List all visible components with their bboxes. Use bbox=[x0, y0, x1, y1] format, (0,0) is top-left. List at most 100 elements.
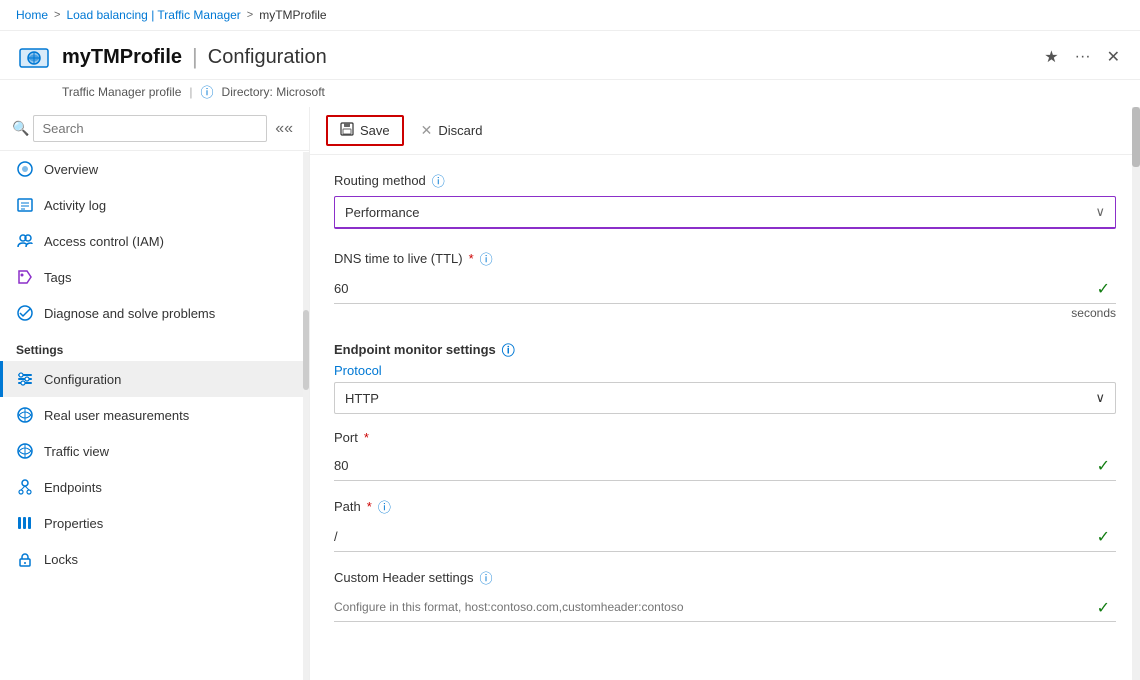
custom-header-check-icon: ✓ bbox=[1097, 598, 1110, 618]
dns-ttl-input-wrap: ✓ bbox=[334, 274, 1116, 304]
page-header: myTMProfile | Configuration ★ ··· ✕ bbox=[0, 31, 1140, 80]
protocol-select[interactable]: HTTP ∨ bbox=[334, 382, 1116, 414]
traffic-view-icon bbox=[16, 442, 34, 460]
ellipsis-icon: ··· bbox=[1075, 48, 1091, 66]
sidebar-item-label: Configuration bbox=[44, 372, 121, 387]
custom-header-input[interactable] bbox=[334, 593, 1116, 622]
custom-header-info-icon[interactable]: ⓘ bbox=[479, 568, 492, 587]
sidebar-item-locks[interactable]: Locks bbox=[0, 541, 309, 577]
sidebar-item-configuration[interactable]: Configuration bbox=[0, 361, 309, 397]
routing-method-group: Routing method ⓘ Performance ∨ bbox=[334, 171, 1116, 229]
port-input[interactable] bbox=[334, 451, 1116, 481]
favorite-button[interactable]: ★ bbox=[1040, 43, 1062, 71]
sidebar-item-label: Real user measurements bbox=[44, 408, 189, 423]
dns-ttl-required: * bbox=[469, 251, 474, 266]
endpoint-monitor-group: Endpoint monitor settings ⓘ Protocol HTT… bbox=[334, 340, 1116, 622]
breadcrumb-loadbalancing[interactable]: Load balancing | Traffic Manager bbox=[66, 8, 240, 22]
dns-ttl-check-icon: ✓ bbox=[1097, 279, 1110, 299]
routing-method-select[interactable]: Performance ∨ bbox=[334, 196, 1116, 229]
custom-header-label: Custom Header settings ⓘ bbox=[334, 568, 1116, 587]
sidebar-item-label: Traffic view bbox=[44, 444, 109, 459]
protocol-value: HTTP bbox=[345, 391, 379, 406]
sidebar-item-real-user[interactable]: Real user measurements bbox=[0, 397, 309, 433]
locks-icon bbox=[16, 550, 34, 568]
star-icon: ★ bbox=[1044, 47, 1058, 67]
page-title: Configuration bbox=[208, 46, 327, 69]
endpoint-monitor-title: Endpoint monitor settings ⓘ bbox=[334, 340, 1116, 359]
endpoints-icon bbox=[16, 478, 34, 496]
sidebar-item-label: Access control (IAM) bbox=[44, 234, 164, 249]
dns-ttl-input[interactable] bbox=[334, 274, 1116, 304]
breadcrumb-sep1: > bbox=[54, 9, 60, 21]
sidebar: 🔍 «« Overview Activity log bbox=[0, 107, 310, 680]
resource-icon bbox=[16, 39, 52, 75]
form-content: Routing method ⓘ Performance ∨ DNS time … bbox=[310, 155, 1140, 658]
configuration-icon bbox=[16, 370, 34, 388]
port-label: Port * bbox=[334, 430, 1116, 445]
resource-name: myTMProfile bbox=[62, 46, 182, 69]
collapse-sidebar-button[interactable]: «« bbox=[271, 118, 297, 140]
real-user-icon bbox=[16, 406, 34, 424]
path-input[interactable] bbox=[334, 522, 1116, 552]
endpoint-monitor-info-icon[interactable]: ⓘ bbox=[502, 340, 515, 359]
search-bar: 🔍 «« bbox=[0, 107, 309, 151]
content-scrollbar bbox=[1132, 107, 1140, 680]
path-check-icon: ✓ bbox=[1097, 527, 1110, 547]
protocol-label: Protocol bbox=[334, 363, 1116, 378]
port-group: Port * ✓ bbox=[334, 430, 1116, 481]
sidebar-item-label: Locks bbox=[44, 552, 78, 567]
sidebar-item-traffic-view[interactable]: Traffic view bbox=[0, 433, 309, 469]
sidebar-item-label: Diagnose and solve problems bbox=[44, 306, 215, 321]
sidebar-item-diagnose[interactable]: Diagnose and solve problems bbox=[0, 295, 309, 331]
breadcrumb: Home > Load balancing | Traffic Manager … bbox=[0, 0, 1140, 31]
header-actions: ★ ··· ✕ bbox=[1040, 43, 1124, 71]
path-info-icon[interactable]: ⓘ bbox=[378, 497, 391, 516]
save-button[interactable]: Save bbox=[326, 115, 404, 146]
directory-label: Directory: Microsoft bbox=[222, 85, 325, 99]
breadcrumb-profile: myTMProfile bbox=[259, 8, 326, 22]
search-input[interactable] bbox=[33, 115, 267, 142]
content-scroll-thumb[interactable] bbox=[1132, 107, 1140, 167]
sidebar-item-overview[interactable]: Overview bbox=[0, 151, 309, 187]
path-required: * bbox=[367, 499, 372, 514]
dns-ttl-suffix: seconds bbox=[334, 306, 1116, 320]
routing-method-chevron: ∨ bbox=[1095, 204, 1105, 220]
sub-header: Traffic Manager profile | ⓘ Directory: M… bbox=[0, 80, 1140, 107]
search-icon: 🔍 bbox=[12, 120, 29, 137]
sidebar-item-access-control[interactable]: Access control (IAM) bbox=[0, 223, 309, 259]
routing-method-label: Routing method ⓘ bbox=[334, 171, 1116, 190]
diagnose-icon bbox=[16, 304, 34, 322]
dns-ttl-info-icon[interactable]: ⓘ bbox=[480, 249, 493, 268]
protocol-chevron: ∨ bbox=[1095, 390, 1105, 406]
breadcrumb-home[interactable]: Home bbox=[16, 8, 48, 22]
sidebar-item-activity-log[interactable]: Activity log bbox=[0, 187, 309, 223]
port-check-icon: ✓ bbox=[1097, 456, 1110, 476]
sidebar-item-label: Overview bbox=[44, 162, 98, 177]
more-options-button[interactable]: ··· bbox=[1071, 44, 1095, 70]
discard-label: Discard bbox=[438, 123, 482, 138]
access-control-icon bbox=[16, 232, 34, 250]
port-required: * bbox=[364, 430, 369, 445]
sidebar-scroll-thumb[interactable] bbox=[303, 310, 309, 390]
sidebar-item-label: Activity log bbox=[44, 198, 106, 213]
dns-ttl-label: DNS time to live (TTL) * ⓘ bbox=[334, 249, 1116, 268]
path-input-wrap: ✓ bbox=[334, 522, 1116, 552]
header-divider: | bbox=[192, 44, 198, 70]
discard-button[interactable]: ✕ Discard bbox=[408, 116, 496, 145]
info-icon: ⓘ bbox=[201, 82, 214, 101]
custom-header-input-wrap: ✓ bbox=[334, 593, 1116, 622]
port-input-wrap: ✓ bbox=[334, 451, 1116, 481]
toolbar: Save ✕ Discard bbox=[310, 107, 1140, 155]
save-icon bbox=[340, 122, 354, 139]
sidebar-item-label: Properties bbox=[44, 516, 103, 531]
routing-method-info-icon[interactable]: ⓘ bbox=[432, 171, 445, 190]
sidebar-item-label: Tags bbox=[44, 270, 71, 285]
close-button[interactable]: ✕ bbox=[1103, 43, 1124, 71]
sidebar-item-label: Endpoints bbox=[44, 480, 102, 495]
dns-ttl-group: DNS time to live (TTL) * ⓘ ✓ seconds bbox=[334, 249, 1116, 320]
sidebar-item-properties[interactable]: Properties bbox=[0, 505, 309, 541]
sidebar-item-tags[interactable]: Tags bbox=[0, 259, 309, 295]
save-label: Save bbox=[360, 123, 390, 138]
activity-log-icon bbox=[16, 196, 34, 214]
sidebar-item-endpoints[interactable]: Endpoints bbox=[0, 469, 309, 505]
